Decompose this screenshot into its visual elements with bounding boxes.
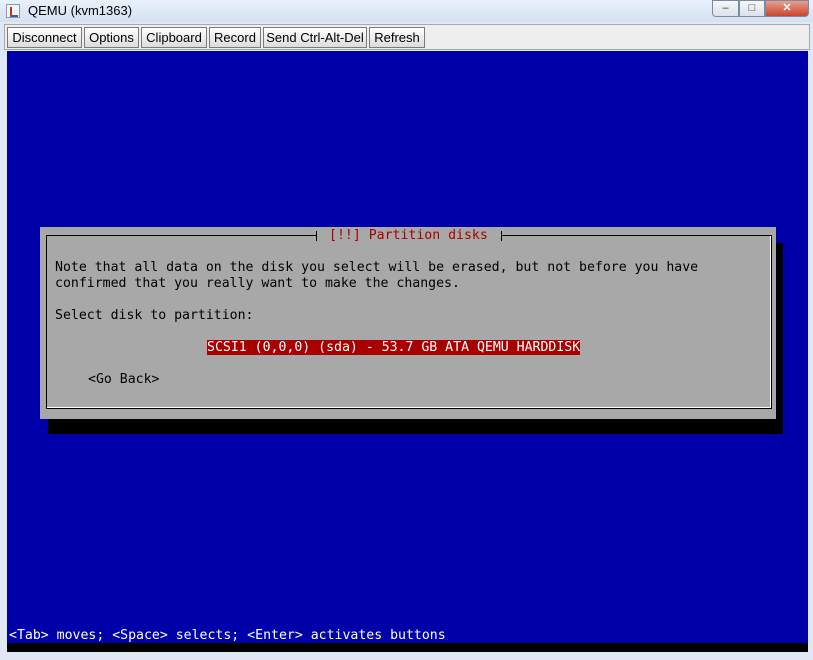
partition-disks-dialog: [!!] Partition disks Note that all data … (40, 227, 776, 419)
close-button[interactable]: ✕ (765, 0, 809, 17)
options-button[interactable]: Options (84, 27, 139, 48)
minimize-button[interactable]: – (712, 0, 739, 17)
disk-option-sda[interactable]: SCSI1 (0,0,0) (sda) - 53.7 GB ATA QEMU H… (207, 340, 581, 355)
clipboard-button[interactable]: Clipboard (141, 27, 207, 48)
disconnect-button[interactable]: Disconnect (7, 27, 82, 48)
window-controls: – □ ✕ (712, 0, 809, 18)
vnc-toolbar: Disconnect Options Clipboard Record Send… (4, 24, 810, 50)
go-back-button[interactable]: <Go Back> (88, 372, 159, 388)
refresh-button[interactable]: Refresh (369, 27, 425, 48)
window-titlebar[interactable]: QEMU (kvm1363) – □ ✕ (0, 0, 813, 22)
record-button[interactable]: Record (209, 27, 261, 48)
select-disk-prompt: Select disk to partition: (55, 308, 254, 323)
dialog-title: [!!] Partition disks (329, 228, 488, 243)
window-title: QEMU (kvm1363) (28, 3, 133, 18)
title-left-tick (316, 231, 317, 241)
note-line-2: confirmed that you really want to make t… (55, 276, 460, 291)
send-ctrl-alt-del-button[interactable]: Send Ctrl-Alt-Del (263, 27, 367, 48)
console-bottom-bar (7, 643, 808, 652)
vnc-console-screen[interactable]: [!!] Partition disks Note that all data … (7, 51, 808, 652)
maximize-button[interactable]: □ (739, 0, 765, 17)
keyboard-help-line: <Tab> moves; <Space> selects; <Enter> ac… (9, 628, 446, 643)
note-line-1: Note that all data on the disk you selec… (55, 260, 699, 275)
title-right-tick (501, 231, 502, 241)
java-app-icon (6, 4, 20, 18)
